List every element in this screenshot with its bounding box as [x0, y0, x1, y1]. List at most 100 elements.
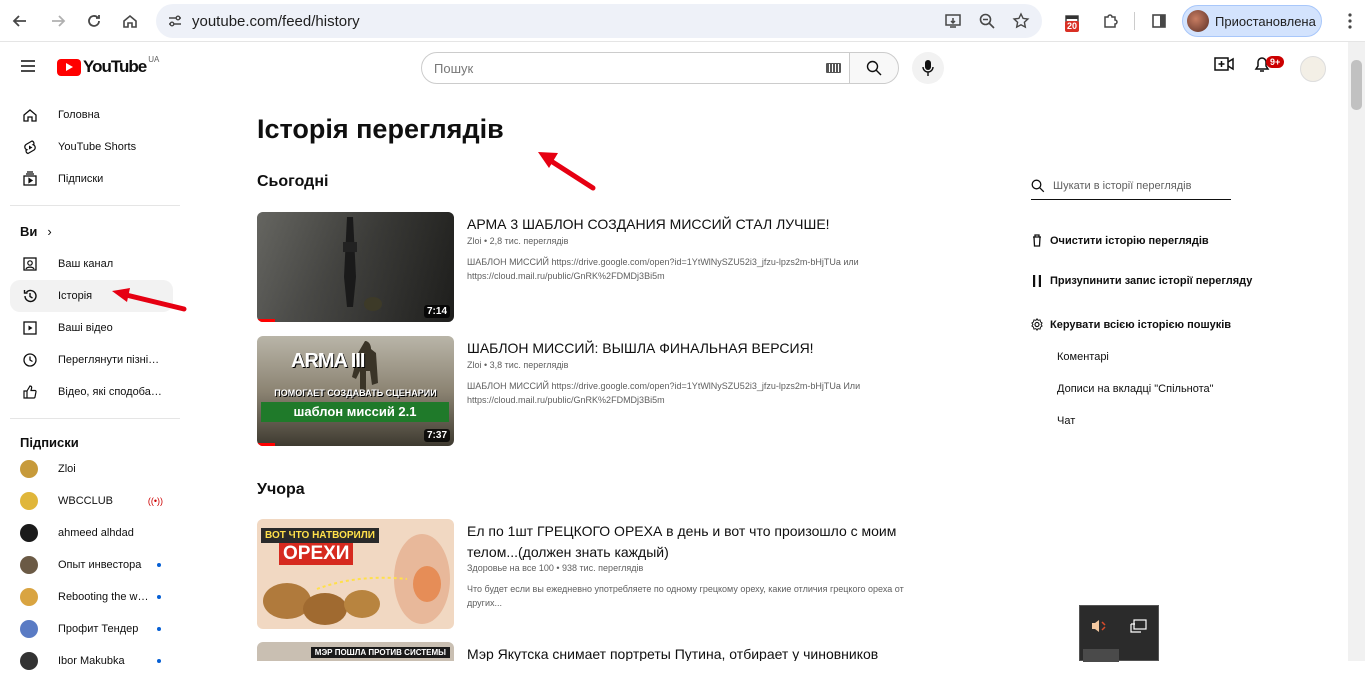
manage-history-button[interactable]: Керувати всією історією пошуків [1030, 317, 1231, 332]
thumbnail-title-text: МЭР ПОШЛА ПРОТИВ СИСТЕМЫ [310, 647, 450, 658]
search-input[interactable] [434, 60, 814, 76]
subscription-item[interactable]: Опыт инвестора [10, 549, 173, 581]
channel-icon [18, 252, 42, 276]
new-content-dot [157, 627, 161, 631]
sidebar-item-label: Переглянути пізні… [58, 354, 160, 366]
watch-progress-bar [257, 319, 275, 322]
profile-status: Приостановлена [1215, 13, 1316, 29]
reload-icon[interactable] [78, 5, 110, 37]
browser-menu-icon[interactable] [1334, 5, 1365, 37]
subscription-item[interactable]: WBCCLUB ((•)) [10, 485, 173, 517]
video-duration: 7:14 [423, 305, 450, 318]
home-page-icon[interactable] [114, 5, 146, 37]
zoom-icon[interactable] [972, 5, 1002, 37]
history-icon [18, 284, 42, 308]
sidebar-item-home[interactable]: Головна [10, 99, 173, 131]
channel-name[interactable]: Здоровье на все 100 [467, 563, 554, 573]
bookmark-star-icon[interactable] [1006, 5, 1036, 37]
subscriptions-icon [18, 167, 42, 191]
subscription-label: ahmeed alhdad [58, 527, 134, 539]
subscriptions-header: Підписки [20, 435, 79, 450]
channel-name[interactable]: Zloi [467, 236, 482, 246]
install-app-icon[interactable] [938, 5, 968, 37]
youtube-play-icon [57, 58, 81, 76]
side-panel-icon[interactable] [1143, 5, 1175, 37]
search-icon [866, 60, 882, 76]
sidebar-item-your-videos[interactable]: Ваші відео [10, 312, 173, 344]
create-video-icon[interactable] [1214, 56, 1234, 77]
subscription-item[interactable]: Ibor Makubka [10, 645, 173, 677]
video-title[interactable]: АРМА 3 ШАБЛОН СОЗДАНИЯ МИССИЙ СТАЛ ЛУЧШЕ… [467, 214, 927, 235]
forward-arrow-icon[interactable] [42, 5, 74, 37]
guide-sidebar: Головна YouTube Shorts Підписки Ви › Ваш… [0, 94, 190, 670]
scrollbar-thumb[interactable] [1351, 60, 1362, 110]
history-video-item[interactable]: МЭР ПОШЛА ПРОТИВ СИСТЕМЫ Мэр Якутска сни… [257, 642, 937, 661]
new-content-dot [157, 595, 161, 599]
subscription-item[interactable]: Zloi [10, 453, 173, 485]
shorts-icon [18, 135, 42, 159]
subscription-label: Ibor Makubka [58, 655, 125, 667]
sidebar-divider [10, 205, 180, 206]
chat-link[interactable]: Чат [1057, 415, 1075, 427]
history-search-input[interactable] [1053, 179, 1223, 192]
youtube-logo[interactable]: YouTube UA [57, 55, 159, 77]
account-avatar[interactable] [1300, 56, 1326, 82]
view-count: 3,8 тис. переглядів [489, 360, 569, 370]
video-thumbnail[interactable]: ARMA III ПОМОГАЕТ СОЗДАВАТЬ СЦЕНАРИИ шаб… [257, 336, 454, 446]
community-posts-link[interactable]: Дописи на вкладці "Спільнота" [1057, 383, 1214, 395]
video-title[interactable]: Мэр Якутска снимает портреты Путина, отб… [467, 644, 927, 661]
yt-masthead: YouTube UA 9+ [0, 42, 1348, 94]
extensions-puzzle-icon[interactable] [1094, 5, 1126, 37]
video-description: ШАБЛОН МИССИЙ https://drive.google.com/o… [467, 381, 861, 405]
address-bar[interactable]: youtube.com/feed/history [156, 4, 1042, 38]
home-icon [18, 103, 42, 127]
gear-icon [1030, 317, 1044, 332]
history-video-item[interactable]: ВОТ ЧТО НАТВОРИЛИ ОРЕХИ Ел по 1шт ГРЕЦКО… [257, 519, 937, 629]
view-count: 2,8 тис. переглядів [489, 236, 569, 246]
history-video-item[interactable]: ARMA III ПОМОГАЕТ СОЗДАВАТЬ СЦЕНАРИИ шаб… [257, 336, 937, 446]
video-title[interactable]: ШАБЛОН МИССИЙ: ВЫШЛА ФИНАЛЬНАЯ ВЕРСИЯ! [467, 338, 927, 359]
history-video-item[interactable]: 7:14 АРМА 3 ШАБЛОН СОЗДАНИЯ МИССИЙ СТАЛ … [257, 212, 937, 322]
search-button[interactable] [849, 52, 899, 84]
clear-history-button[interactable]: Очистити історію переглядів [1030, 234, 1209, 247]
keyboard-icon[interactable] [826, 63, 841, 73]
subscription-item[interactable]: Rebooting the w… [10, 581, 173, 613]
speaker-icon[interactable] [1090, 618, 1108, 639]
channel-name[interactable]: Zloi [467, 360, 482, 370]
video-title[interactable]: Ел по 1шт ГРЕЦКОГО ОРЕХА в день и вот чт… [467, 521, 927, 563]
subscription-item[interactable]: ahmeed alhdad [10, 517, 173, 549]
tray-slot[interactable] [1083, 649, 1119, 662]
clear-history-label: Очистити історію переглядів [1050, 234, 1209, 247]
sidebar-item-liked-videos[interactable]: Відео, які сподоба… [10, 376, 173, 408]
video-thumbnail[interactable]: 7:14 [257, 212, 454, 322]
annotation-arrow-title [538, 152, 596, 191]
profile-chip[interactable]: Приостановлена [1182, 5, 1322, 37]
sidebar-item-shorts[interactable]: YouTube Shorts [10, 131, 173, 163]
sidebar-item-subscriptions[interactable]: Підписки [10, 163, 173, 195]
sidebar-item-your-channel[interactable]: Ваш канал [10, 248, 173, 280]
guide-menu-icon[interactable] [16, 54, 40, 78]
voice-search-button[interactable] [912, 52, 944, 84]
extension-calendar-icon[interactable]: 20 [1056, 5, 1088, 37]
watch-progress-bar [257, 443, 275, 446]
comments-link[interactable]: Коментарі [1057, 351, 1109, 363]
you-header-label: Ви [20, 223, 38, 239]
extension-badge: 20 [1065, 21, 1080, 32]
url-text[interactable]: youtube.com/feed/history [192, 13, 360, 30]
video-duration: 7:37 [423, 429, 450, 442]
subscription-label: Zloi [58, 463, 76, 475]
page-scrollbar[interactable] [1348, 42, 1365, 661]
new-content-dot [157, 563, 161, 567]
sidebar-item-label: Відео, які сподоба… [58, 386, 162, 398]
pause-history-button[interactable]: Призупинити запис історії перегляду [1030, 275, 1252, 287]
search-icon[interactable] [1031, 179, 1045, 193]
sidebar-item-watch-later[interactable]: Переглянути пізні… [10, 344, 173, 376]
site-settings-icon[interactable] [166, 12, 184, 30]
video-thumbnail[interactable]: МЭР ПОШЛА ПРОТИВ СИСТЕМЫ [257, 642, 454, 661]
channel-avatar [20, 588, 38, 606]
video-thumbnail[interactable]: ВОТ ЧТО НАТВОРИЛИ ОРЕХИ [257, 519, 454, 629]
subscription-item[interactable]: Профит Тендер [10, 613, 173, 645]
back-arrow-icon[interactable] [4, 5, 36, 37]
network-icon[interactable] [1130, 618, 1148, 639]
sidebar-you-header[interactable]: Ви › [10, 215, 173, 247]
